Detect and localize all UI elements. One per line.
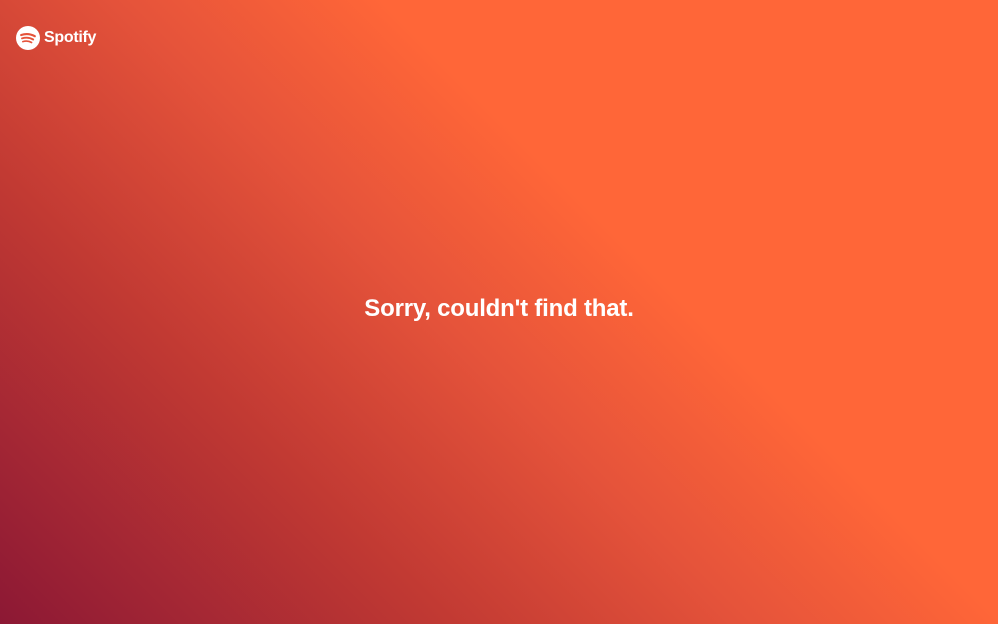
error-message: Sorry, couldn't find that. xyxy=(364,295,634,322)
spotify-wordmark: Spotify xyxy=(44,29,97,46)
spotify-logo-icon xyxy=(16,26,40,50)
error-page: Spotify Sorry, couldn't find that. xyxy=(0,0,998,624)
spotify-home-link[interactable]: Spotify xyxy=(16,26,96,50)
